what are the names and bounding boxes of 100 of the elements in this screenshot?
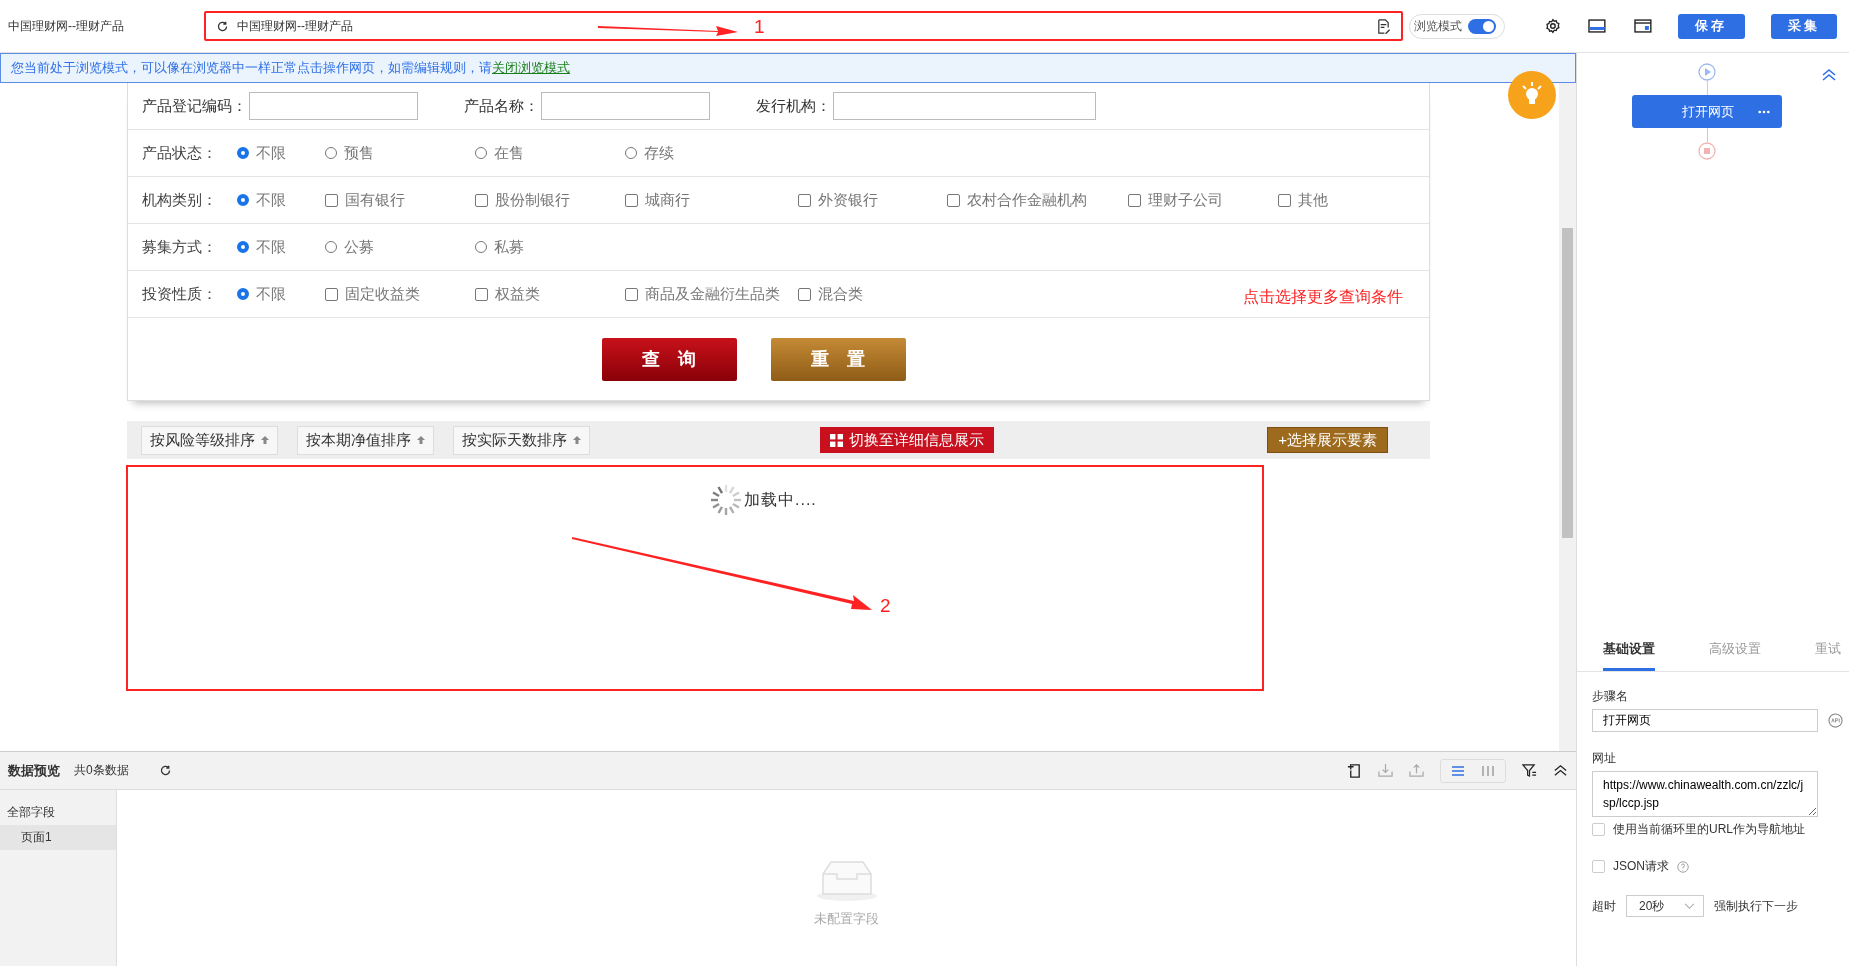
switch-view-button[interactable]: 切换至详细信息展示 xyxy=(820,427,994,453)
checkbox[interactable] xyxy=(1128,193,1141,207)
query-button[interactable]: 查 询 xyxy=(601,337,737,381)
flow-step-node[interactable]: 打开网页 xyxy=(1632,95,1782,128)
stop-icon xyxy=(1698,142,1716,160)
option-label: 不限 xyxy=(256,237,286,257)
sort-button[interactable]: 按本期净值排序 xyxy=(297,425,434,455)
checkbox[interactable] xyxy=(475,287,488,301)
field-label: 发行机构： xyxy=(756,96,831,116)
info-banner: 您当前处于浏览模式，可以像在浏览器中一样正常点击操作网页，如需编辑规则，请关闭浏览模式 xyxy=(0,53,1576,83)
option-label: 其他 xyxy=(1298,190,1328,210)
address-text: 中国理财网--理财产品 xyxy=(237,17,354,35)
collapse-icon[interactable] xyxy=(1553,763,1568,778)
timeout-dropdown[interactable]: 20秒 xyxy=(1626,895,1704,917)
filter-label: 产品状态： xyxy=(142,143,218,163)
refresh-icon[interactable] xyxy=(158,764,172,777)
spinner-icon xyxy=(710,484,742,516)
checkbox[interactable] xyxy=(325,193,338,207)
empty-state-text: 未配置字段 xyxy=(814,910,879,928)
loading-text: 加载中.... xyxy=(744,489,817,510)
scrollbar[interactable] xyxy=(1559,83,1576,751)
checkbox[interactable] xyxy=(325,287,338,301)
document-edit-icon[interactable] xyxy=(1375,18,1391,34)
option-label: 固定收益类 xyxy=(345,284,420,304)
filter-label: 机构类别： xyxy=(142,190,218,210)
grid-icon xyxy=(830,433,843,447)
settings-icon[interactable] xyxy=(1544,18,1561,34)
refresh-icon[interactable] xyxy=(216,19,230,33)
filter-label: 投资性质： xyxy=(142,284,218,304)
browse-mode-label: 浏览模式 xyxy=(1413,17,1462,35)
annotation-number: 2 xyxy=(880,595,891,617)
radio-button[interactable] xyxy=(237,241,249,253)
more-icon[interactable] xyxy=(1758,109,1770,114)
reset-button[interactable]: 重 置 xyxy=(770,337,906,381)
checkbox[interactable] xyxy=(1278,193,1291,207)
checkbox[interactable] xyxy=(475,193,488,207)
add-page-icon[interactable] xyxy=(1347,763,1362,778)
option-label: 国有银行 xyxy=(345,190,405,210)
checkbox[interactable] xyxy=(1592,823,1605,836)
close-browse-mode-link[interactable]: 关闭浏览模式 xyxy=(492,59,570,77)
card-icon[interactable] xyxy=(1588,19,1607,33)
checkbox-label: JSON请求 xyxy=(1613,858,1669,875)
option-label: 商品及金融衍生品类 xyxy=(645,284,780,304)
option-label: 不限 xyxy=(256,143,286,163)
field-list-item[interactable]: 全部字段 xyxy=(0,800,116,825)
radio-button[interactable] xyxy=(237,288,249,300)
browse-mode-toggle[interactable] xyxy=(1467,18,1496,34)
option-label: 预售 xyxy=(344,143,374,163)
field-label: 强制执行下一步 xyxy=(1714,897,1798,915)
page-title: 中国理财网--理财产品 xyxy=(8,17,125,35)
option-label: 在售 xyxy=(494,143,524,163)
field-label: 网址 xyxy=(1592,750,1617,767)
radio-button[interactable] xyxy=(625,147,637,159)
sort-button[interactable]: 按实际天数排序 xyxy=(453,425,590,455)
save-button[interactable]: 保存 xyxy=(1678,13,1745,39)
option-label: 理财子公司 xyxy=(1148,190,1223,210)
list-view-icon[interactable] xyxy=(1451,764,1465,777)
filter-icon[interactable] xyxy=(1522,763,1537,778)
select-elements-button[interactable]: +选择展示要素 xyxy=(1267,427,1388,453)
option-label: 不限 xyxy=(256,284,286,304)
chevron-down-icon xyxy=(1684,902,1695,910)
settings-tab[interactable]: 基础设置 xyxy=(1603,630,1655,671)
radio-button[interactable] xyxy=(237,194,249,206)
radio-button[interactable] xyxy=(325,147,337,159)
radio-button[interactable] xyxy=(325,241,337,253)
checkbox[interactable] xyxy=(1592,860,1605,873)
radio-button[interactable] xyxy=(475,241,487,253)
collect-button[interactable]: 采集 xyxy=(1770,13,1837,39)
sort-button[interactable]: 按风险等级排序 xyxy=(141,425,278,455)
option-label: 公募 xyxy=(344,237,374,257)
checkbox[interactable] xyxy=(625,193,638,207)
window-icon[interactable] xyxy=(1634,19,1653,33)
option-label: 不限 xyxy=(256,190,286,210)
field-label: 超时 xyxy=(1592,897,1616,915)
filter-label: 募集方式： xyxy=(142,237,218,257)
option-label: 权益类 xyxy=(495,284,540,304)
checkbox[interactable] xyxy=(798,287,811,301)
radio-button[interactable] xyxy=(475,147,487,159)
field-label: 步骤名 xyxy=(1592,688,1629,705)
record-count: 共0条数据 xyxy=(74,762,129,779)
checkbox[interactable] xyxy=(947,193,960,207)
field-label: 产品登记编码： xyxy=(142,96,247,116)
option-label: 农村合作金融机构 xyxy=(967,190,1087,210)
checkbox[interactable] xyxy=(625,287,638,301)
checkbox[interactable] xyxy=(798,193,811,207)
text-input[interactable] xyxy=(249,92,418,120)
option-label: 城商行 xyxy=(645,190,690,210)
url-input[interactable]: https://www.chinawealth.com.cn/zzlc/jsp/lccp.jsp xyxy=(1592,771,1818,817)
up-arrow-icon xyxy=(573,436,581,444)
up-arrow-icon xyxy=(417,436,425,444)
field-list-item[interactable]: 页面1 xyxy=(0,825,116,850)
help-icon[interactable] xyxy=(1677,860,1689,873)
step-name-input[interactable]: 打开网页 xyxy=(1592,709,1818,732)
checkbox-label: 使用当前循环里的URL作为导航地址 xyxy=(1613,821,1805,838)
more-conditions-link[interactable]: 点击选择更多查询条件 xyxy=(1243,287,1403,308)
text-input[interactable] xyxy=(541,92,710,120)
api-icon[interactable] xyxy=(1828,713,1843,728)
text-input[interactable] xyxy=(833,92,1096,120)
option-label: 股份制银行 xyxy=(495,190,570,210)
radio-button[interactable] xyxy=(237,147,249,159)
